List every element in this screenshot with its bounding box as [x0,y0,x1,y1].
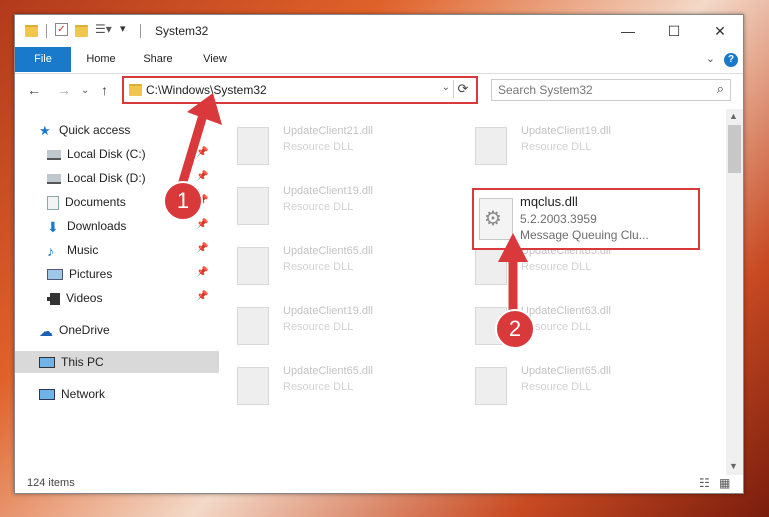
annotation-arrows [177,93,528,315]
step-2-badge: 2 [495,309,535,349]
arrow-2 [498,233,528,315]
arrow-1 [177,93,222,190]
step-1-badge: 1 [163,181,203,221]
